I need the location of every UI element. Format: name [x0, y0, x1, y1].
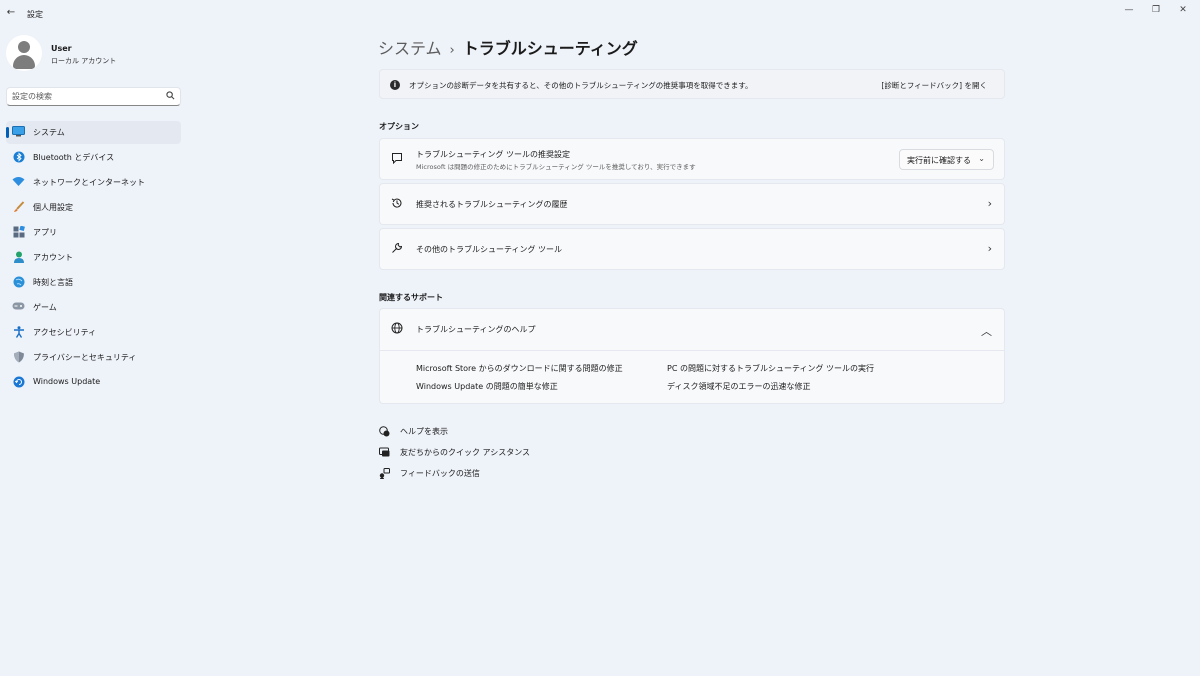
- recommended-troubleshooter-setting: トラブルシューティング ツールの推奨設定 Microsoft は問題の修正のため…: [379, 138, 1005, 180]
- back-button[interactable]: ←: [4, 6, 18, 20]
- sidebar-item-personalization[interactable]: 個人用設定: [6, 196, 181, 219]
- sidebar-item-system[interactable]: システム: [6, 121, 181, 144]
- sidebar-item-label: Windows Update: [33, 377, 101, 386]
- sidebar-item-label: 時刻と言語: [33, 278, 73, 287]
- help-link[interactable]: ディスク領域不足のエラーの迅速な修正: [667, 381, 810, 392]
- privacy-security-icon: [12, 351, 25, 364]
- network-icon: [12, 176, 25, 189]
- options-heading: オプション: [379, 122, 419, 131]
- chevron-up-icon: ︿: [981, 325, 992, 338]
- chevron-down-icon: ⌄: [978, 154, 985, 163]
- breadcrumb: システム › トラブルシューティング: [378, 35, 638, 59]
- sidebar-item-label: Bluetooth とデバイス: [33, 153, 115, 162]
- maximize-button[interactable]: ❐: [1144, 3, 1168, 17]
- sidebar-item-time-language[interactable]: 時刻と言語: [6, 271, 181, 294]
- time-language-icon: [12, 276, 25, 289]
- sidebar-item-label: ゲーム: [33, 303, 57, 312]
- row-title: その他のトラブルシューティング ツール: [416, 245, 563, 254]
- sidebar-item-accounts[interactable]: アカウント: [6, 246, 181, 269]
- help-link[interactable]: Windows Update の問題の簡単な修正: [416, 381, 558, 392]
- active-indicator: [6, 127, 9, 138]
- globe-icon: [390, 322, 404, 336]
- accessibility-icon: [12, 326, 25, 339]
- recommendation-dropdown[interactable]: 実行前に確認する ⌄: [899, 149, 994, 170]
- link-label: 友だちからのクイック アシスタンス: [400, 448, 531, 457]
- link-label: フィードバックの送信: [400, 469, 480, 478]
- account-type: ローカル アカウント: [51, 57, 117, 65]
- breadcrumb-parent[interactable]: システム: [378, 39, 442, 58]
- help-icon: [379, 426, 391, 438]
- troubleshooting-help-card: トラブルシューティングのヘルプ ︿ Microsoft Store からのダウン…: [379, 308, 1005, 404]
- sidebar-item-label: アクセシビリティ: [33, 328, 97, 337]
- apps-icon: [12, 225, 25, 239]
- sidebar-item-label: アプリ: [33, 228, 57, 237]
- help-title: トラブルシューティングのヘルプ: [416, 325, 536, 334]
- help-link[interactable]: Microsoft Store からのダウンロードに関する問題の修正: [416, 363, 623, 374]
- minimize-button[interactable]: —: [1117, 3, 1141, 17]
- accounts-icon: [12, 251, 25, 264]
- app-title: 設定: [27, 10, 43, 19]
- chat-bubble-icon: [390, 152, 404, 166]
- related-support-heading: 関連するサポート: [379, 293, 443, 302]
- row-title: 推奨されるトラブルシューティングの履歴: [416, 200, 568, 209]
- sidebar-item-label: システム: [33, 128, 65, 137]
- back-arrow-icon: ←: [6, 7, 16, 18]
- avatar-head-icon: [18, 41, 30, 53]
- breadcrumb-separator-icon: ›: [449, 43, 455, 58]
- page-title: トラブルシューティング: [462, 39, 638, 58]
- info-icon: i: [390, 80, 400, 90]
- link-label: ヘルプを表示: [400, 427, 448, 436]
- search-icon[interactable]: [166, 91, 175, 103]
- sidebar-item-privacy-security[interactable]: プライバシーとセキュリティ: [6, 346, 181, 369]
- chevron-right-icon: ›: [987, 197, 992, 210]
- row-subtitle: Microsoft は問題の修正のためにトラブルシューティング ツールを推奨して…: [416, 163, 696, 171]
- personalization-icon: [12, 201, 25, 214]
- title-bar: ← 設定 — ❐ ✕: [0, 0, 1200, 28]
- sidebar-item-label: アカウント: [33, 253, 73, 262]
- close-button[interactable]: ✕: [1171, 3, 1195, 17]
- sidebar-item-label: プライバシーとセキュリティ: [33, 353, 137, 362]
- row-title: トラブルシューティング ツールの推奨設定: [416, 150, 571, 159]
- other-troubleshooters-row[interactable]: その他のトラブルシューティング ツール ›: [379, 228, 1005, 270]
- quick-assist-icon: [379, 447, 391, 459]
- help-link[interactable]: PC の問題に対するトラブルシューティング ツールの実行: [667, 363, 874, 374]
- wrench-icon: [390, 242, 404, 256]
- sidebar-nav: システム Bluetooth とデバイス ネットワークとインターネット 個人用設…: [6, 121, 181, 396]
- sidebar-item-bluetooth[interactable]: Bluetooth とデバイス: [6, 146, 181, 169]
- sidebar-item-windows-update[interactable]: Windows Update: [6, 371, 181, 394]
- help-header[interactable]: トラブルシューティングのヘルプ ︿: [380, 309, 1004, 351]
- user-name: User: [51, 44, 72, 53]
- info-text: オプションの診断データを共有すると、その他のトラブルシューティングの推奨事項を取…: [409, 81, 753, 90]
- sidebar-item-label: ネットワークとインターネット: [33, 178, 145, 187]
- system-icon: [12, 126, 25, 139]
- sidebar-item-network[interactable]: ネットワークとインターネット: [6, 171, 181, 194]
- chevron-right-icon: ›: [987, 242, 992, 255]
- history-icon: [390, 197, 404, 211]
- avatar[interactable]: [6, 35, 42, 71]
- info-bar: i オプションの診断データを共有すると、その他のトラブルシューティングの推奨事項…: [379, 69, 1005, 99]
- search-box[interactable]: [6, 87, 181, 106]
- sidebar-item-gaming[interactable]: ゲーム: [6, 296, 181, 319]
- avatar-body-icon: [13, 55, 35, 69]
- troubleshooting-history-row[interactable]: 推奨されるトラブルシューティングの履歴 ›: [379, 183, 1005, 225]
- feedback-icon: [379, 468, 391, 480]
- windows-update-icon: [12, 376, 25, 389]
- dropdown-value: 実行前に確認する: [907, 156, 971, 165]
- sidebar-item-apps[interactable]: アプリ: [6, 221, 181, 244]
- gaming-icon: [12, 301, 25, 314]
- bluetooth-icon: [12, 151, 25, 164]
- sidebar-item-label: 個人用設定: [33, 203, 73, 212]
- search-input[interactable]: [12, 90, 162, 103]
- sidebar-item-accessibility[interactable]: アクセシビリティ: [6, 321, 181, 344]
- open-diagnostics-link[interactable]: [診断とフィードバック] を開く: [881, 80, 987, 91]
